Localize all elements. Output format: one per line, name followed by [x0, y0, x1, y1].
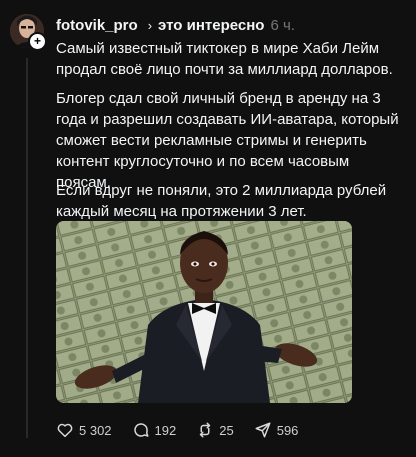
- thread-line: [26, 58, 28, 438]
- chevron-right-icon: ›: [147, 17, 153, 33]
- share-count: 596: [276, 422, 299, 438]
- like-count: 5 302: [79, 422, 112, 438]
- post-header: fotovik_pro › это интересно 6 ч.: [56, 15, 295, 35]
- post-image[interactable]: [56, 221, 352, 403]
- topic-link[interactable]: это интересно: [158, 17, 264, 34]
- like-button[interactable]: 5 302: [56, 421, 112, 439]
- post-paragraph-3: Если вдруг не поняли, это 2 миллиарда ру…: [56, 182, 387, 220]
- follow-plus-icon[interactable]: +: [28, 32, 47, 51]
- repost-count: 25: [219, 422, 234, 438]
- comment-button[interactable]: 192: [132, 421, 177, 439]
- comment-icon: [133, 423, 149, 437]
- comment-count: 192: [154, 422, 177, 438]
- share-button[interactable]: 596: [254, 421, 299, 439]
- username-link[interactable]: fotovik_pro: [56, 17, 138, 34]
- send-icon: [255, 422, 271, 438]
- heart-icon: [57, 423, 73, 438]
- post-time: 6 ч.: [270, 16, 295, 34]
- author-avatar[interactable]: +: [10, 14, 47, 51]
- post-paragraph-1: Самый известный тиктокер в мире Хаби Лей…: [56, 40, 393, 78]
- repost-icon: [200, 422, 211, 438]
- thread-post: + fotovik_pro › это интересно 6 ч. Самый…: [0, 0, 416, 457]
- repost-button[interactable]: 25: [196, 421, 234, 439]
- post-paragraph-2: Блогер сдал свой личный бренд в аренду н…: [56, 90, 399, 191]
- post-actions: 5 302 192 25 596: [56, 421, 318, 439]
